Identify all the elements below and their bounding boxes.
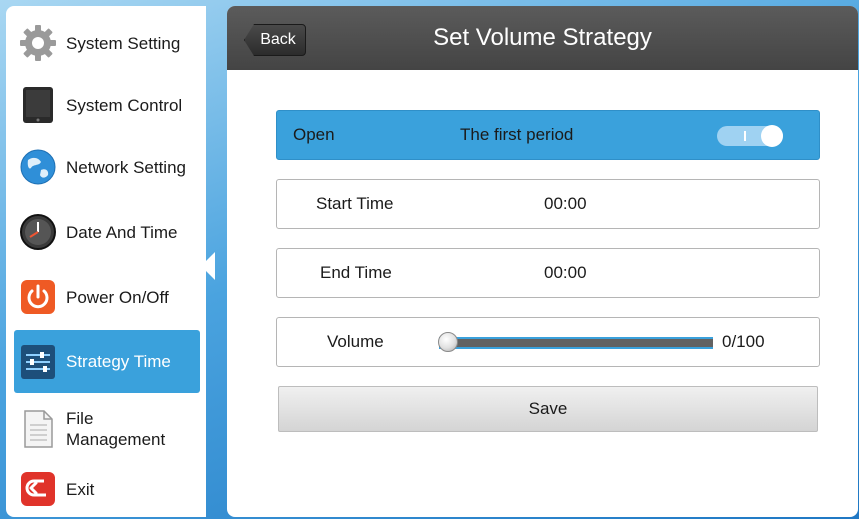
start-time-label: Start Time xyxy=(316,194,394,213)
sidebar-pointer xyxy=(201,252,215,280)
end-time-value: 00:00 xyxy=(544,263,587,282)
period-toggle[interactable] xyxy=(717,125,783,147)
volume-label: Volume xyxy=(327,332,384,351)
sidebar: System Setting System Control Network Se… xyxy=(6,6,206,517)
toggle-knob xyxy=(761,125,783,147)
end-time-row[interactable]: End Time 00:00 xyxy=(276,248,820,298)
sidebar-item-system-setting[interactable]: System Setting xyxy=(14,16,200,70)
volume-value: 0/100 xyxy=(722,332,765,351)
page-title: Set Volume Strategy xyxy=(433,24,652,51)
sidebar-item-label: System Control xyxy=(66,95,183,115)
sidebar-item-strategy-time[interactable]: Strategy Time xyxy=(14,330,200,393)
start-time-value: 00:00 xyxy=(544,194,587,213)
sidebar-item-date-and-time[interactable]: Date And Time xyxy=(14,205,200,259)
sidebar-item-label: System Setting xyxy=(66,33,181,53)
main-panel: Back Set Volume Strategy Open The first … xyxy=(227,6,858,517)
sidebar-item-system-control[interactable]: System Control xyxy=(14,78,200,132)
volume-slider-knob[interactable] xyxy=(438,332,458,352)
end-time-label: End Time xyxy=(320,263,392,282)
volume-slider-track[interactable] xyxy=(439,337,713,349)
volume-row: Volume 0/100 xyxy=(276,317,820,367)
sliders-icon xyxy=(18,342,58,382)
tablet-icon xyxy=(18,85,58,125)
gear-icon xyxy=(18,23,58,63)
period-label: The first period xyxy=(460,125,574,144)
sidebar-item-label: File Management xyxy=(66,409,166,449)
sidebar-item-label: Power On/Off xyxy=(66,287,169,307)
period-status-label: Open xyxy=(293,125,335,144)
sidebar-item-power-on-off[interactable]: Power On/Off xyxy=(14,270,200,324)
save-button[interactable]: Save xyxy=(278,386,818,432)
toggle-on-mark xyxy=(744,131,746,141)
document-icon xyxy=(18,409,58,449)
start-time-row[interactable]: Start Time 00:00 xyxy=(276,179,820,229)
power-icon xyxy=(18,277,58,317)
sidebar-item-file-management[interactable]: File Management xyxy=(14,399,200,459)
clock-icon xyxy=(18,212,58,252)
globe-icon xyxy=(18,147,58,187)
sidebar-item-label: Network Setting xyxy=(66,157,186,177)
sidebar-item-label: Strategy Time xyxy=(66,352,171,371)
exit-icon xyxy=(18,469,58,509)
sidebar-item-label: Date And Time xyxy=(66,222,178,242)
period-row[interactable]: Open The first period xyxy=(276,110,820,160)
sidebar-item-exit[interactable]: Exit xyxy=(14,462,200,516)
back-button[interactable]: Back xyxy=(244,24,306,56)
sidebar-item-network-setting[interactable]: Network Setting xyxy=(14,140,200,194)
header-bar: Back Set Volume Strategy xyxy=(227,6,858,70)
sidebar-item-label: Exit xyxy=(66,479,95,499)
